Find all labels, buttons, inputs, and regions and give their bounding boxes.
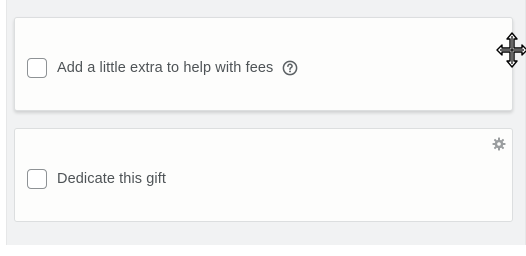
fees-checkbox[interactable]	[27, 58, 47, 78]
gear-icon[interactable]	[492, 137, 506, 151]
fees-option-card[interactable]: Add a little extra to help with fees	[14, 17, 513, 111]
fees-label[interactable]: Add a little extra to help with fees	[57, 60, 273, 76]
dedicate-label[interactable]: Dedicate this gift	[57, 171, 166, 187]
move-cursor-icon	[496, 32, 526, 68]
question-circle-icon[interactable]	[282, 60, 298, 76]
dedicate-checkbox[interactable]	[27, 169, 47, 189]
fees-option-row[interactable]: Add a little extra to help with fees	[27, 58, 298, 78]
dedicate-option-card[interactable]: Dedicate this gift	[14, 128, 513, 222]
dedicate-option-row[interactable]: Dedicate this gift	[27, 169, 166, 189]
